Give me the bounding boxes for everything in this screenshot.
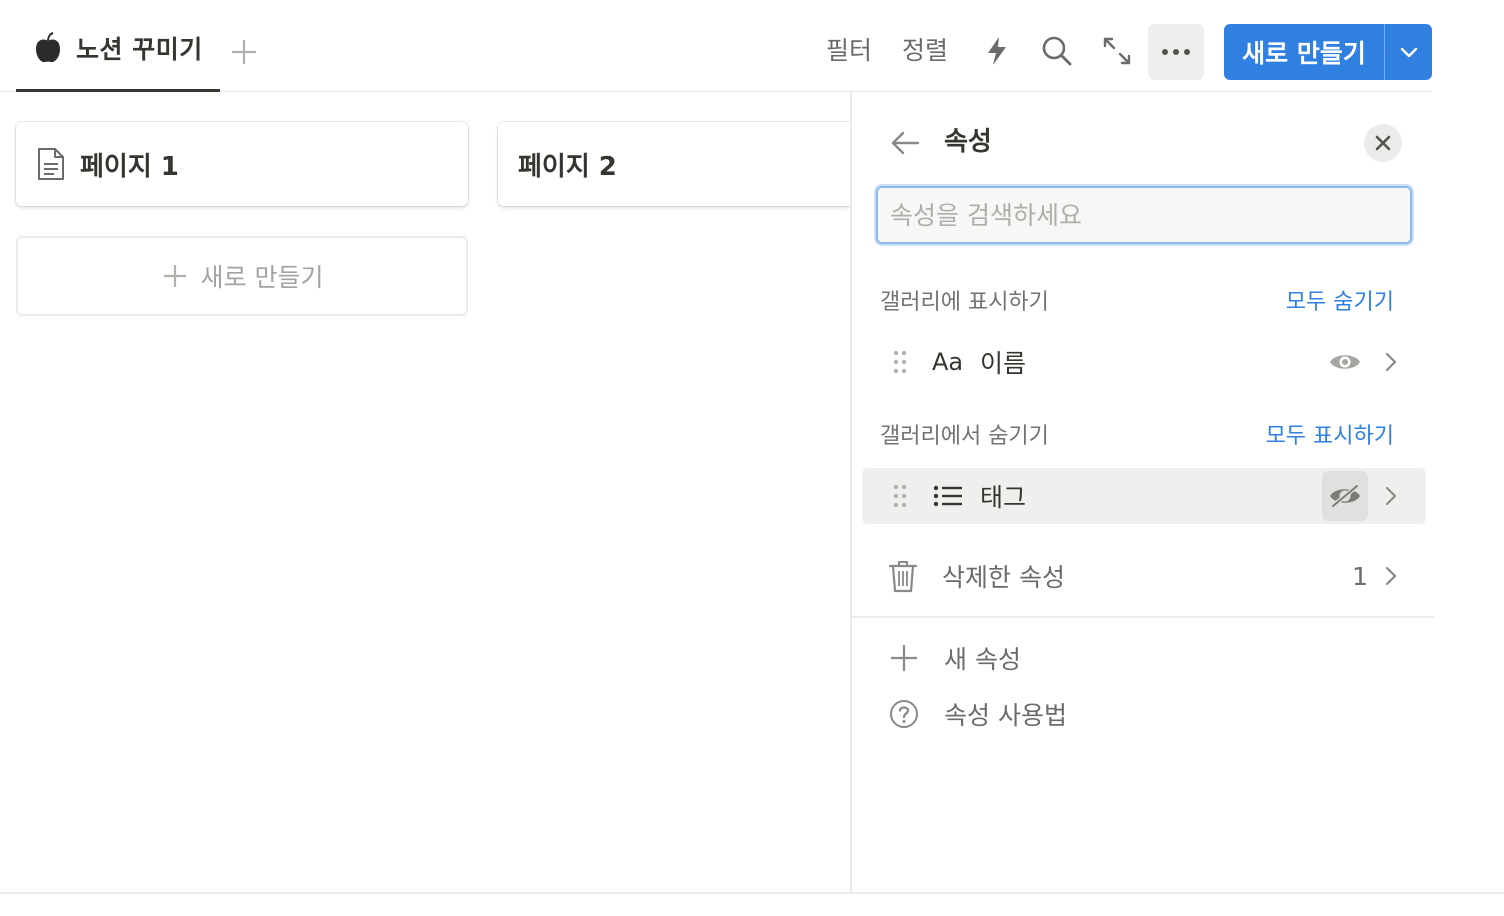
new-card-button[interactable]: 새로 만들기 [16,236,468,316]
property-name: 이름 [980,349,1027,378]
hide-all-button[interactable]: 모두 숨기기 [1244,284,1394,316]
plus-icon[interactable] [228,36,260,68]
panel-title: 속성 [944,127,992,157]
view-tab[interactable]: 노션 꾸미기 [16,22,220,92]
new-button-dropdown[interactable] [1385,24,1432,80]
more-button[interactable] [1148,24,1204,80]
deleted-properties-label: 삭제한 속성 [942,563,1065,592]
shown-section-label: 갤러리에 표시하기 [880,290,1049,315]
plus-icon [891,645,917,671]
more-icon [1162,49,1190,55]
new-button-group: 새로 만들기 [1224,24,1432,80]
expand-icon[interactable] [1100,34,1134,68]
new-card-label: 새로 만들기 [200,263,324,292]
database-toolbar: 노션 꾸미기 필터 정렬 새로 만들기 [0,0,1432,92]
chevron-down-icon [1400,47,1417,58]
help-label: 속성 사용법 [944,701,1067,730]
plus-icon [163,265,186,287]
close-button[interactable] [1364,124,1402,162]
property-row-tag[interactable]: 태그 [862,468,1426,524]
property-search-input[interactable] [876,186,1412,244]
visibility-toggle[interactable] [1322,471,1368,521]
properties-panel: 속성 갤러리에 표시하기 모두 숨기기 Aa 이름 갤러리에서 숨기기 모두 표… [850,92,1434,892]
new-property-button[interactable]: 새 속성 [888,638,1021,678]
back-arrow-icon[interactable] [890,130,920,156]
card-title: 페이지 1 [80,151,179,182]
text-type-icon: Aa [932,348,964,376]
filter-button[interactable]: 필터 [826,32,872,70]
new-button[interactable]: 새로 만들기 [1224,24,1385,80]
gallery-card[interactable]: 페이지 1 [16,122,468,206]
property-help-link[interactable]: 속성 사용법 [888,694,1067,734]
hidden-section-label: 갤러리에서 숨기기 [880,424,1049,449]
property-name: 태그 [980,483,1027,512]
show-all-button[interactable]: 모두 표시하기 [1214,418,1394,450]
apple-icon [36,32,60,63]
chevron-right-icon[interactable] [1380,351,1402,373]
deleted-properties-row[interactable]: 삭제한 속성 1 [888,554,1402,598]
list-icon [933,485,962,507]
panel-divider [852,616,1434,618]
trash-icon [888,561,918,593]
new-property-label: 새 속성 [944,645,1021,674]
drag-handle-icon[interactable] [890,482,910,510]
drag-handle-icon[interactable] [890,348,910,376]
eye-off-icon [1330,483,1360,509]
help-icon [890,700,918,728]
chevron-right-icon [1385,566,1397,586]
eye-icon [1330,355,1360,369]
search-icon[interactable] [1040,34,1074,68]
gallery-card[interactable]: 페이지 2 [498,122,850,206]
property-row-name[interactable]: Aa 이름 [862,334,1426,390]
visibility-toggle[interactable] [1322,337,1368,387]
view-tab-label: 노션 꾸미기 [76,35,203,64]
chevron-right-icon[interactable] [1380,485,1402,507]
document-icon [38,148,64,180]
lightning-icon[interactable] [980,34,1014,68]
card-title: 페이지 2 [518,151,617,182]
bottom-divider [0,892,1504,894]
close-icon [1375,135,1391,151]
deleted-properties-count: 1 [1352,561,1368,591]
sort-button[interactable]: 정렬 [902,32,948,70]
